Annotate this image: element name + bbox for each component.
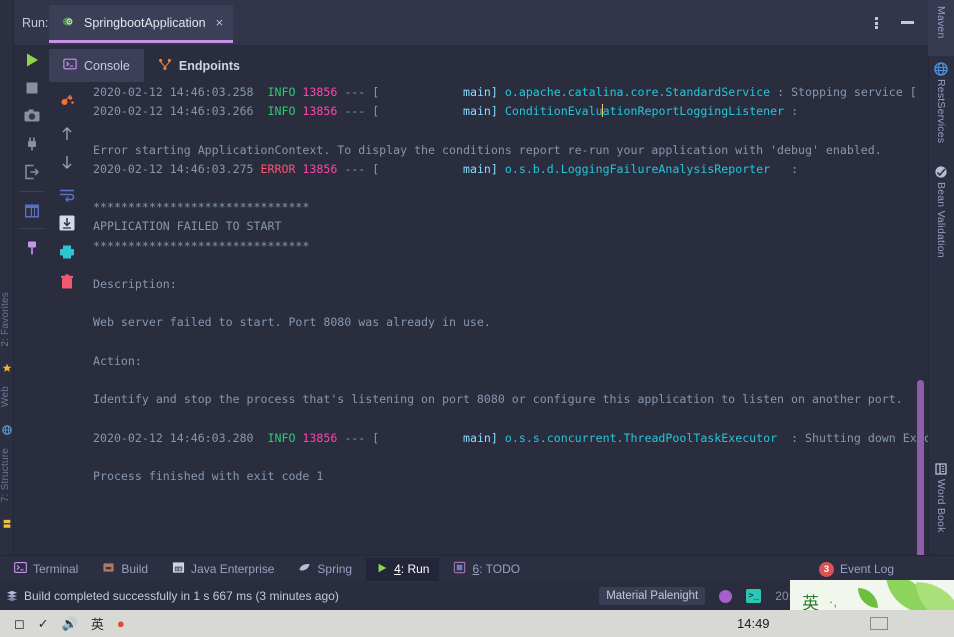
tool-button-run-mnemonic: 4 [394,562,401,576]
java-enterprise-icon [172,561,185,577]
print-icon[interactable] [58,243,76,261]
star-icon [2,362,12,372]
run-toolbar [14,45,75,610]
sidebar-item-web-label: Web [0,386,11,407]
tab-console[interactable]: Console [49,49,144,82]
export-icon[interactable] [23,163,41,181]
tool-button-spring[interactable]: Spring [288,557,362,581]
layout-icon[interactable] [23,202,41,220]
theme-indicator[interactable]: Material Palenight [599,587,706,605]
taskbar-clock[interactable]: 14:49 [737,616,770,631]
soft-wrap-icon[interactable] [58,186,76,204]
run-window-label: Run: [22,16,49,30]
sidebar-item-favorites[interactable]: 2: Favorites [0,292,14,347]
plug-icon[interactable] [23,135,41,153]
tool-button-todo-label: 6: TODO [472,562,520,576]
word-book-icon [934,462,948,476]
run-configuration-tab-label: SpringbootApplication [84,15,206,30]
sidebar-item-bean-validation-label: Bean Validation [935,182,947,258]
build-icon [102,561,115,577]
tool-button-terminal-label: Terminal [33,562,79,576]
bean-validation-icon [934,165,948,179]
sidebar-item-structure[interactable]: 7: Structure [0,448,14,502]
toolbar-divider-2 [19,228,44,229]
volume-icon[interactable]: 🔊 [62,616,78,632]
sidebar-item-maven[interactable]: Maven [928,6,954,39]
right-tool-rail: Maven RestServices Bean Validation Word … [928,0,954,610]
threaddump-icon[interactable] [58,92,76,110]
close-icon[interactable]: × [216,16,224,29]
ime-punctuation-label: ·, [829,593,837,609]
build-status-message: Build completed successfully in 1 s 667 … [24,589,339,603]
tab-endpoints-label: Endpoints [178,58,240,73]
up-arrow-icon[interactable] [58,125,76,143]
sidebar-item-favorites-label: 2: Favorites [0,292,11,347]
clear-all-icon[interactable] [58,273,76,291]
toolbar-divider [19,191,44,192]
tool-button-java-enterprise[interactable]: Java Enterprise [162,557,284,581]
endpoints-icon [158,57,172,74]
browser-icon[interactable]: ● [117,616,125,631]
scroll-to-end-icon[interactable] [58,214,76,232]
tool-button-build[interactable]: Build [92,557,158,581]
tool-button-todo-rest: : TODO [479,562,521,576]
sidebar-item-word-book[interactable]: Word Book [928,462,954,533]
tab-console-label: Console [84,58,130,73]
window-icon[interactable]: ◻ [14,616,25,632]
sidebar-item-rest-services-label: RestServices [935,79,947,144]
tool-button-build-label: Build [121,562,149,576]
structure-icon [2,518,12,528]
sidebar-item-bean-validation[interactable]: Bean Validation [928,165,954,258]
sidebar-item-structure-label: 7: Structure [0,448,11,503]
bottom-tool-window-bar: Terminal Build Java Enterprise Spring 4:… [0,555,954,582]
console-icon [63,57,77,74]
spring-boot-icon [61,14,76,32]
pin-icon[interactable] [23,239,41,257]
taskbar-tray-icons: ◻ ✓ 🔊 英 ● [14,614,125,633]
sidebar-item-rest-services[interactable]: RestServices [928,62,954,143]
left-tool-rail: 2: Favorites Web 7: Structure [0,0,14,610]
sidebar-item-word-book-label: Word Book [935,479,947,533]
tool-button-run-rest: : Run [400,562,430,576]
tool-button-java-enterprise-label: Java Enterprise [191,562,275,576]
tool-button-todo[interactable]: 6: TODO [443,557,530,581]
leaf-decoration-1 [858,588,878,608]
theme-color-dot[interactable] [719,589,733,603]
stop-icon[interactable] [23,79,41,97]
terminal-status-icon[interactable]: >_ [746,589,762,603]
console-output[interactable]: 2020-02-12 14:46:03.258 INFO 13856 --- [… [84,83,928,555]
minimize-icon[interactable] [901,21,914,24]
run-subtabs: Console Endpoints [49,48,254,83]
spring-leaf-icon [298,561,311,577]
tool-button-spring-label: Spring [317,562,353,576]
tool-button-run[interactable]: 4: Run [366,557,440,581]
tool-button-event-log[interactable]: 3 Event Log [818,561,894,577]
event-log-badge: 3 [818,561,834,577]
rerun-icon[interactable] [23,51,41,69]
windows-taskbar: ◻ ✓ 🔊 英 ● 14:49 [0,610,954,637]
build-status-icon [6,590,18,605]
ime-tray-icon[interactable]: 英 [91,614,104,633]
run-tool-window: Run: SpringbootApplication × Console End… [14,0,928,610]
pen-icon[interactable]: ✓ [38,616,49,632]
run-configuration-tab[interactable]: SpringbootApplication × [49,5,234,43]
down-arrow-icon[interactable] [58,153,76,171]
console-text: 2020-02-12 14:46:03.258 INFO 13856 --- [… [93,85,928,484]
todo-icon [453,561,466,577]
run-icon [376,562,388,577]
console-vertical-scrollbar[interactable] [917,380,924,555]
globe-icon [2,424,12,435]
tab-endpoints[interactable]: Endpoints [144,49,254,82]
tool-button-event-log-label: Event Log [839,562,894,576]
show-desktop-button[interactable] [870,617,888,630]
more-options-icon[interactable] [870,16,882,30]
run-window-titlebar: Run: SpringbootApplication × [14,0,928,45]
sidebar-item-web[interactable]: Web [0,386,14,407]
camera-icon[interactable] [23,107,41,125]
rest-services-icon [934,62,948,76]
terminal-icon [14,561,27,577]
sidebar-item-maven-label: Maven [935,6,947,39]
tool-button-run-label: 4: Run [394,562,429,576]
tool-button-terminal[interactable]: Terminal [4,557,88,581]
